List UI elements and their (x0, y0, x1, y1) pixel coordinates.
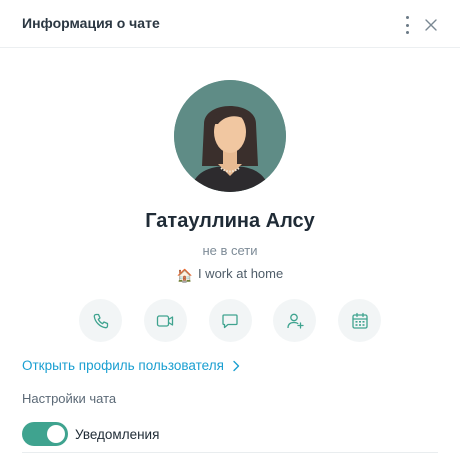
chevron-right-icon (233, 360, 240, 371)
chat-info-panel: Информация о чате Гатауллина Алсу не в с… (0, 0, 460, 467)
avatar (174, 80, 286, 192)
open-profile-link[interactable]: Открыть профиль пользователя (22, 358, 240, 373)
notifications-label: Уведомления (75, 426, 160, 442)
phone-icon (93, 313, 108, 328)
video-call-button[interactable] (143, 299, 187, 342)
calendar-icon (351, 312, 368, 329)
notifications-setting: Уведомления (22, 421, 159, 447)
add-user-icon (287, 313, 304, 329)
status-text: I work at home (197, 266, 284, 281)
toggle-knob (47, 425, 65, 443)
open-profile-label: Открыть профиль пользователя (22, 358, 224, 373)
house-icon: 🏠 (176, 268, 193, 283)
divider (22, 452, 438, 453)
chat-settings-heading: Настройки чата (22, 391, 117, 406)
more-options-icon[interactable] (400, 16, 414, 34)
call-button[interactable] (79, 299, 122, 342)
chat-bubble-icon (222, 313, 238, 328)
close-icon[interactable] (422, 16, 440, 34)
schedule-meeting-button[interactable] (338, 299, 381, 342)
notifications-toggle[interactable] (22, 422, 68, 446)
panel-title: Информация о чате (22, 15, 160, 31)
add-user-button[interactable] (273, 299, 317, 342)
quick-actions (79, 299, 381, 343)
panel-header: Информация о чате (0, 0, 460, 48)
presence-status: не в сети (202, 243, 258, 258)
video-icon (157, 314, 174, 327)
user-name: Гатауллина Алсу (145, 210, 315, 232)
status-message: 🏠 I work at home (0, 266, 460, 284)
message-button[interactable] (208, 299, 252, 342)
